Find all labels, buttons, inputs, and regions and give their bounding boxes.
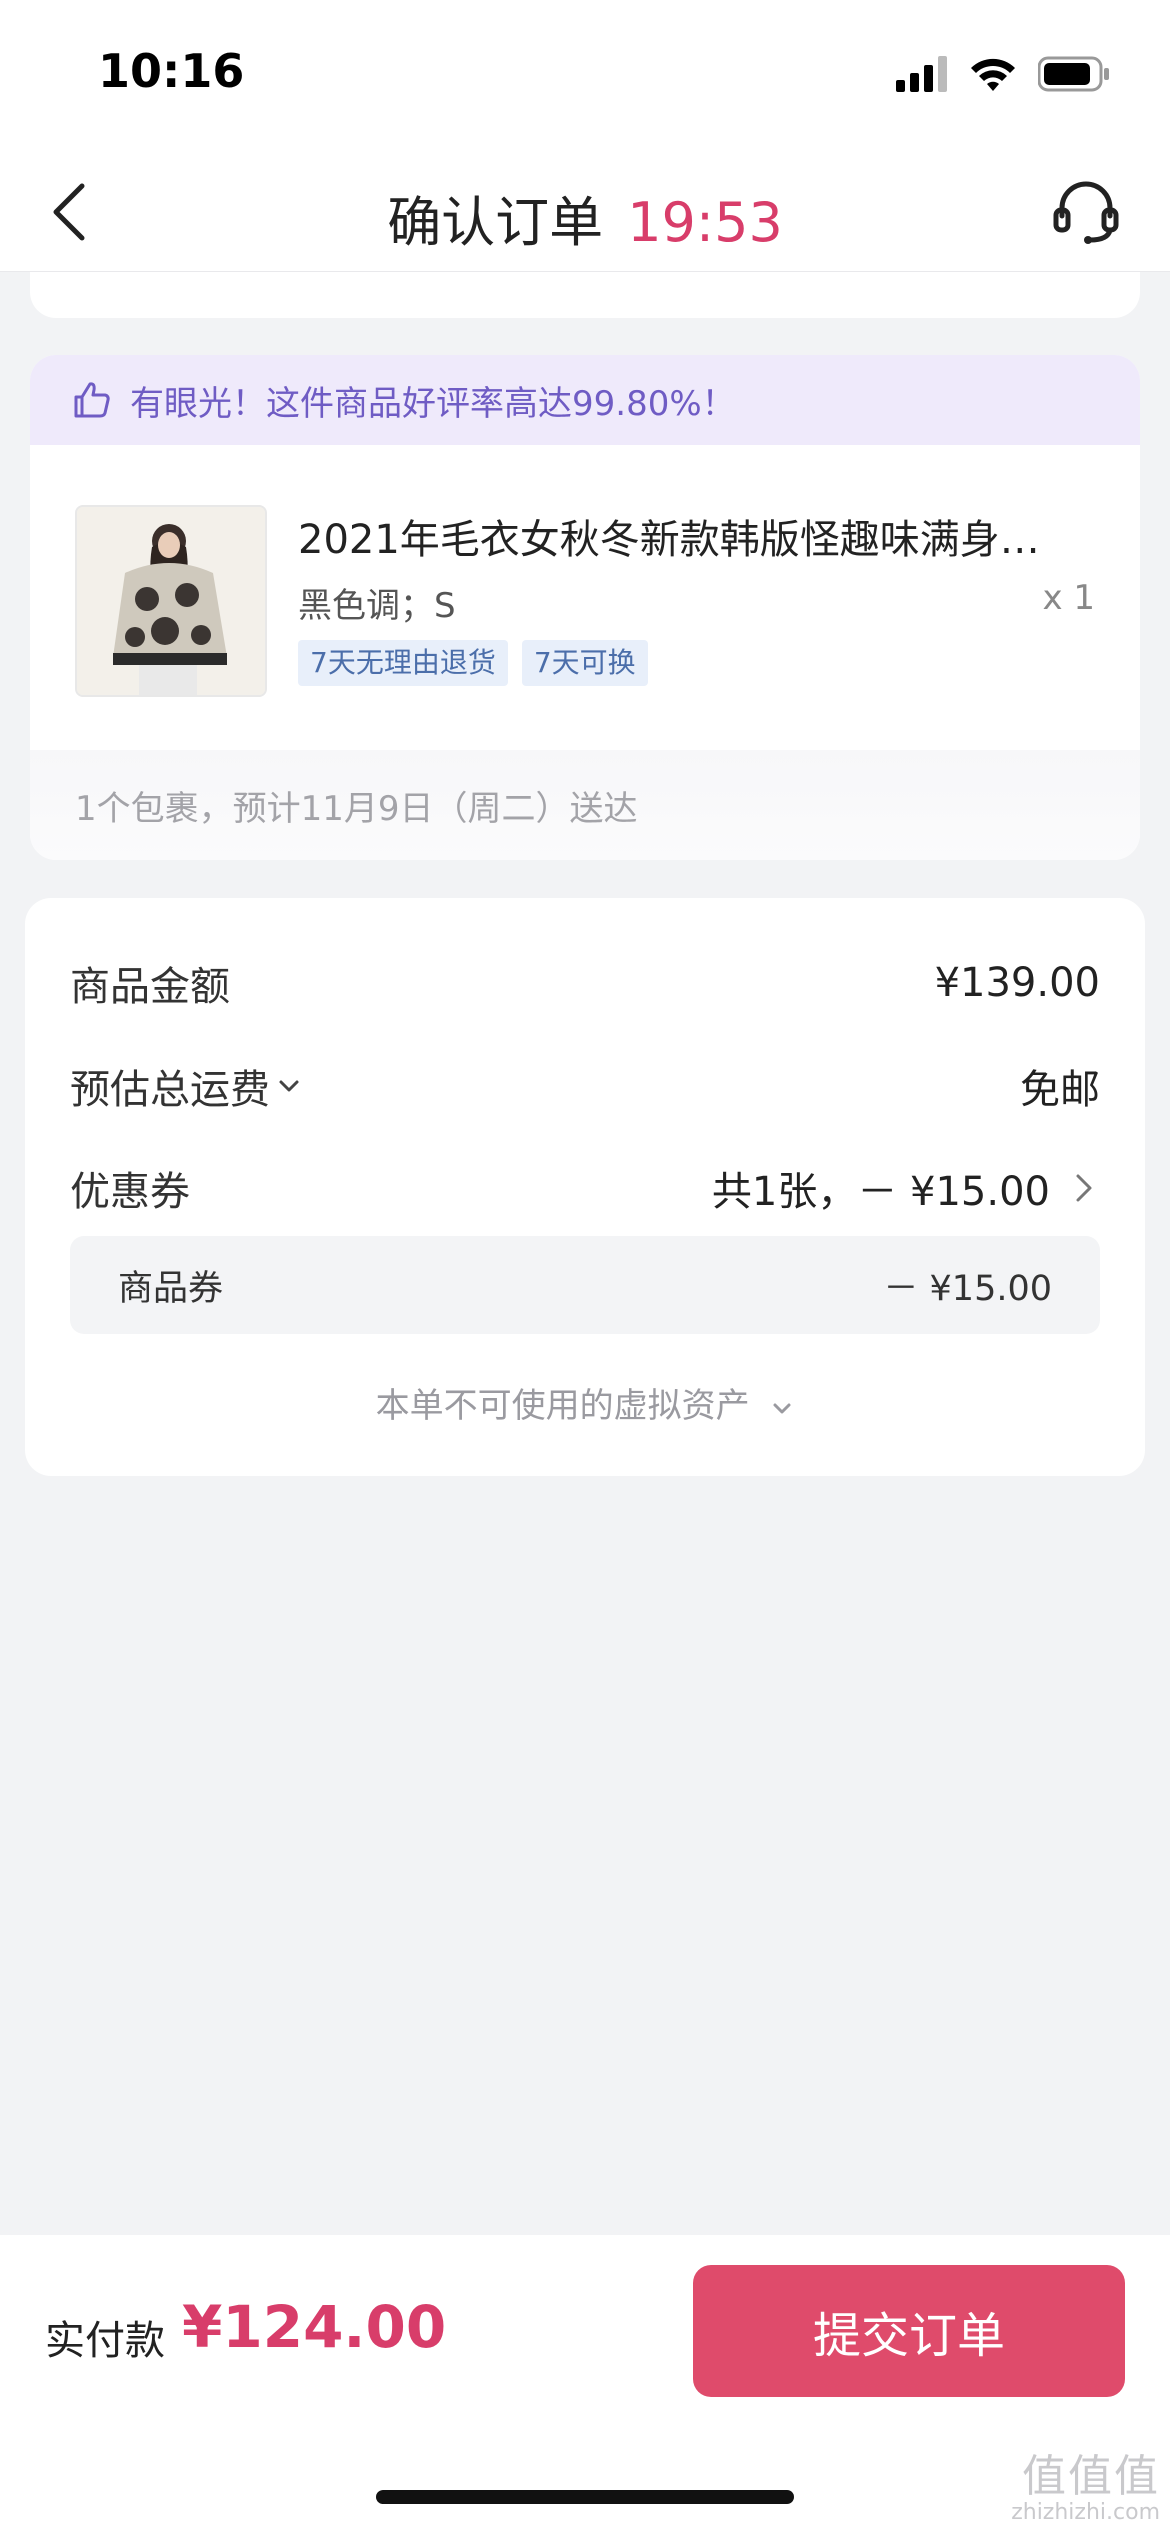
virtual-assets-text: 本单不可使用的虚拟资产 xyxy=(375,1386,750,1426)
signal-icon xyxy=(896,56,947,92)
coupon-row[interactable]: 优惠券 共1张，－ ¥15.00 xyxy=(70,1158,1100,1218)
service-tag: 7天无理由退货 xyxy=(298,640,508,686)
pay-amount: ¥124.00 xyxy=(182,2293,447,2361)
goods-amount-value: ¥139.00 xyxy=(934,960,1100,1006)
watermark-url: zhizhizhi.com xyxy=(1011,2500,1160,2526)
submit-order-button[interactable]: 提交订单 xyxy=(693,2265,1125,2397)
delivery-estimate: 1个包裹，预计11月9日（周二）送达 xyxy=(30,750,1140,860)
address-card[interactable] xyxy=(30,272,1140,318)
shipping-label-wrap[interactable]: 预估总运费 xyxy=(70,1057,302,1115)
service-tags: 7天无理由退货 7天可换 xyxy=(298,640,648,686)
product-title[interactable]: 2021年毛衣女秋冬新款韩版怪趣味满身… xyxy=(298,507,1078,565)
virtual-assets-toggle[interactable]: 本单不可使用的虚拟资产 xyxy=(25,1378,1145,1427)
status-icons xyxy=(896,52,1110,96)
coupon-label: 优惠券 xyxy=(70,1169,190,1215)
goods-amount-row: 商品金额 ¥139.00 xyxy=(70,953,1100,1013)
product-image[interactable] xyxy=(75,505,267,697)
product-spec[interactable]: 黑色调；S xyxy=(298,578,456,627)
nav-bar: 确认订单 19:53 xyxy=(0,150,1170,272)
service-tag: 7天可换 xyxy=(521,640,648,686)
coupon-detail-label: 商品券 xyxy=(118,1268,224,1309)
goods-amount-label: 商品金额 xyxy=(70,964,230,1010)
price-card: 商品金额 ¥139.00 预估总运费 免邮 优惠券 共1张，－ ¥15.00 商… xyxy=(25,898,1145,1476)
page-title: 确认订单 19:53 xyxy=(0,178,1170,257)
praise-text: 有眼光！这件商品好评率高达99.80%！ xyxy=(130,383,736,424)
coupon-value-wrap[interactable]: 共1张，－ ¥15.00 xyxy=(712,1159,1100,1217)
shipping-value: 免邮 xyxy=(1020,1067,1100,1113)
bottom-bar: 实付款 ¥124.00 提交订单 值值值 zhizhizhi.com xyxy=(0,2235,1170,2532)
shipping-row[interactable]: 预估总运费 免邮 xyxy=(70,1056,1100,1116)
pay-label: 实付款 xyxy=(45,2318,165,2364)
battery-icon xyxy=(1038,56,1109,92)
chevron-right-icon xyxy=(1076,1174,1092,1202)
thumbs-up-icon xyxy=(74,382,110,418)
status-bar: 10:16 xyxy=(0,0,1170,150)
coupon-detail: 商品券 － ¥15.00 xyxy=(70,1236,1100,1334)
countdown-timer: 19:53 xyxy=(627,191,783,254)
product-card: 有眼光！这件商品好评率高达99.80%！ 2021年毛衣女秋冬新款韩版怪趣味满身… xyxy=(30,355,1140,860)
home-indicator[interactable] xyxy=(376,2490,794,2504)
shipping-label: 预估总运费 xyxy=(70,1067,270,1113)
product-quantity: x 1 xyxy=(1042,578,1095,618)
watermark: 值值值 zhizhizhi.com xyxy=(1011,2451,1160,2526)
page-title-text: 确认订单 xyxy=(387,191,604,254)
chevron-down-icon xyxy=(279,1080,299,1092)
customer-service-icon[interactable] xyxy=(1050,176,1122,248)
praise-banner: 有眼光！这件商品好评率高达99.80%！ xyxy=(30,355,1140,445)
status-time: 10:16 xyxy=(98,44,245,98)
coupon-detail-value: － ¥15.00 xyxy=(883,1268,1052,1309)
watermark-logo: 值值值 xyxy=(1022,2451,1160,2502)
wifi-icon xyxy=(971,58,1015,91)
product-item[interactable]: 2021年毛衣女秋冬新款韩版怪趣味满身… 黑色调；S x 1 7天无理由退货 7… xyxy=(30,445,1140,750)
coupon-value: 共1张，－ ¥15.00 xyxy=(711,1169,1050,1215)
chevron-down-icon xyxy=(773,1403,791,1413)
